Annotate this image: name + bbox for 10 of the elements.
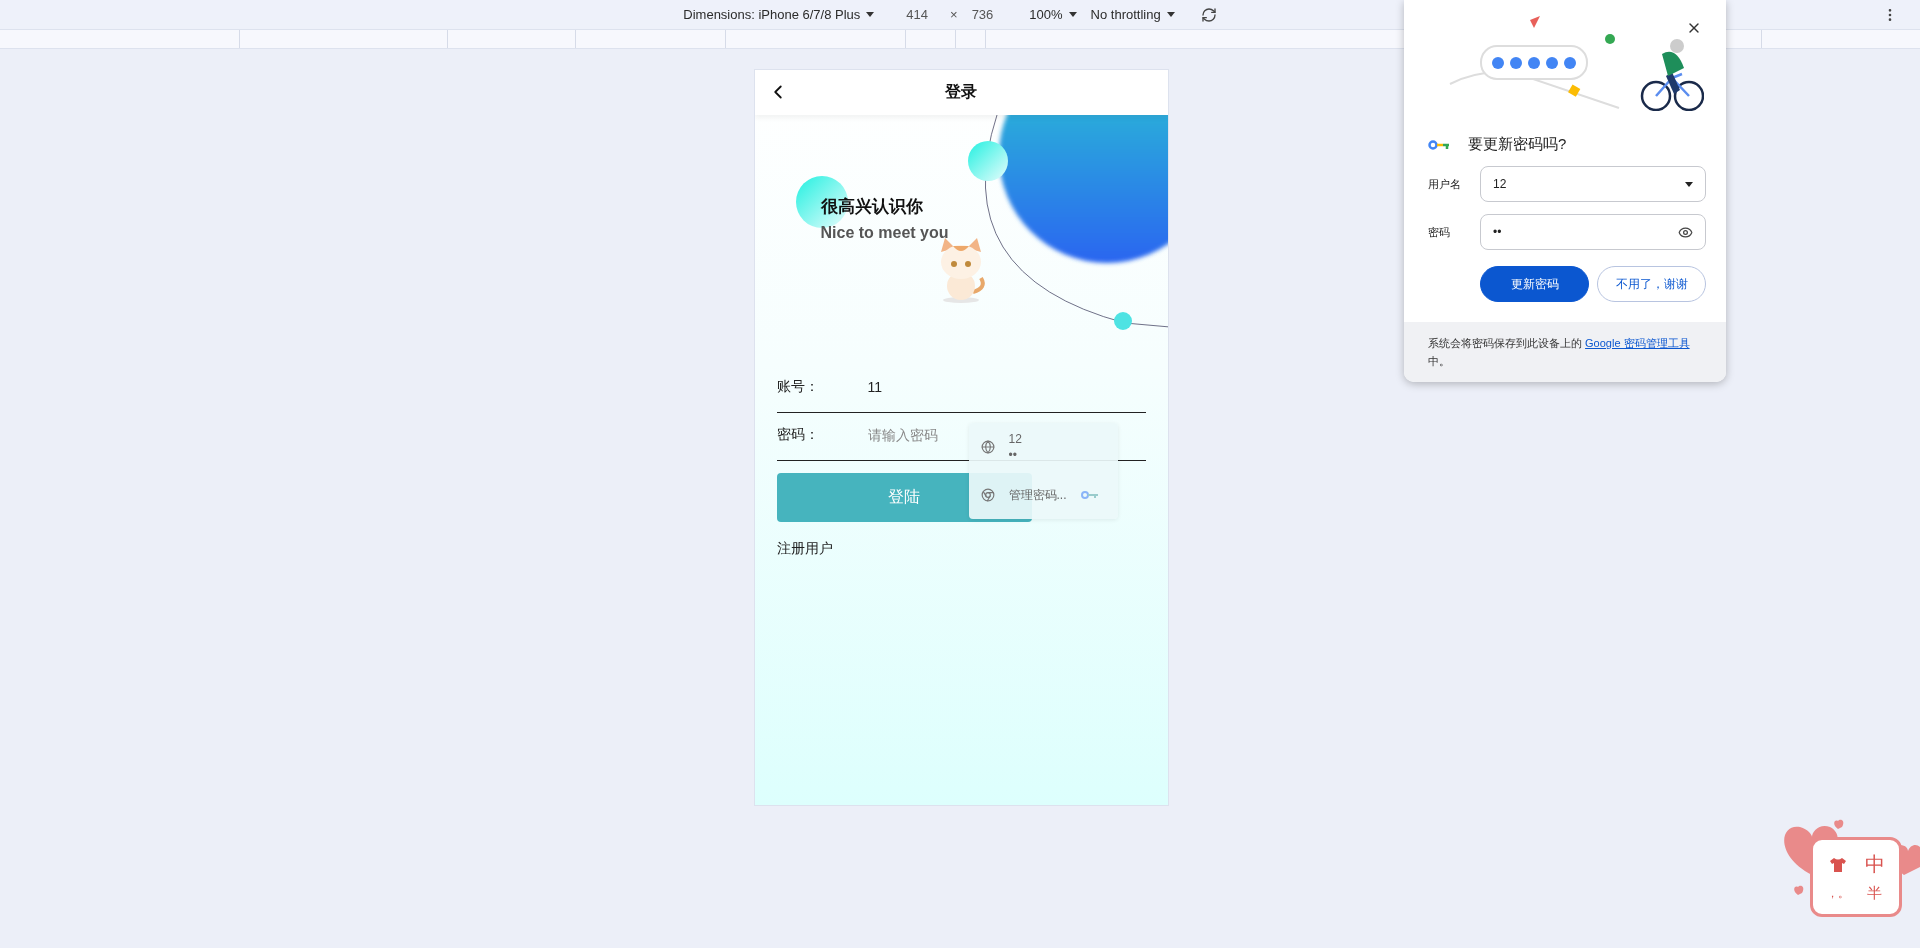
field-label: 账号： (776, 377, 820, 396)
footer-note: 系统会将密码保存到此设备上的 Google 密码管理工具 中。 (1404, 322, 1726, 382)
greeting-subtitle: Nice to meet you (820, 224, 949, 242)
field-label: 用户名 (1428, 176, 1462, 192)
page-title: 登录 (945, 82, 977, 102)
popup-title: 要更新密码吗? (1468, 135, 1567, 154)
field-label: 密码 (1428, 224, 1451, 240)
times-sign: × (950, 7, 958, 22)
field-label: 密码： (776, 425, 820, 444)
greeting-title: 很高兴认识你 (820, 196, 924, 218)
